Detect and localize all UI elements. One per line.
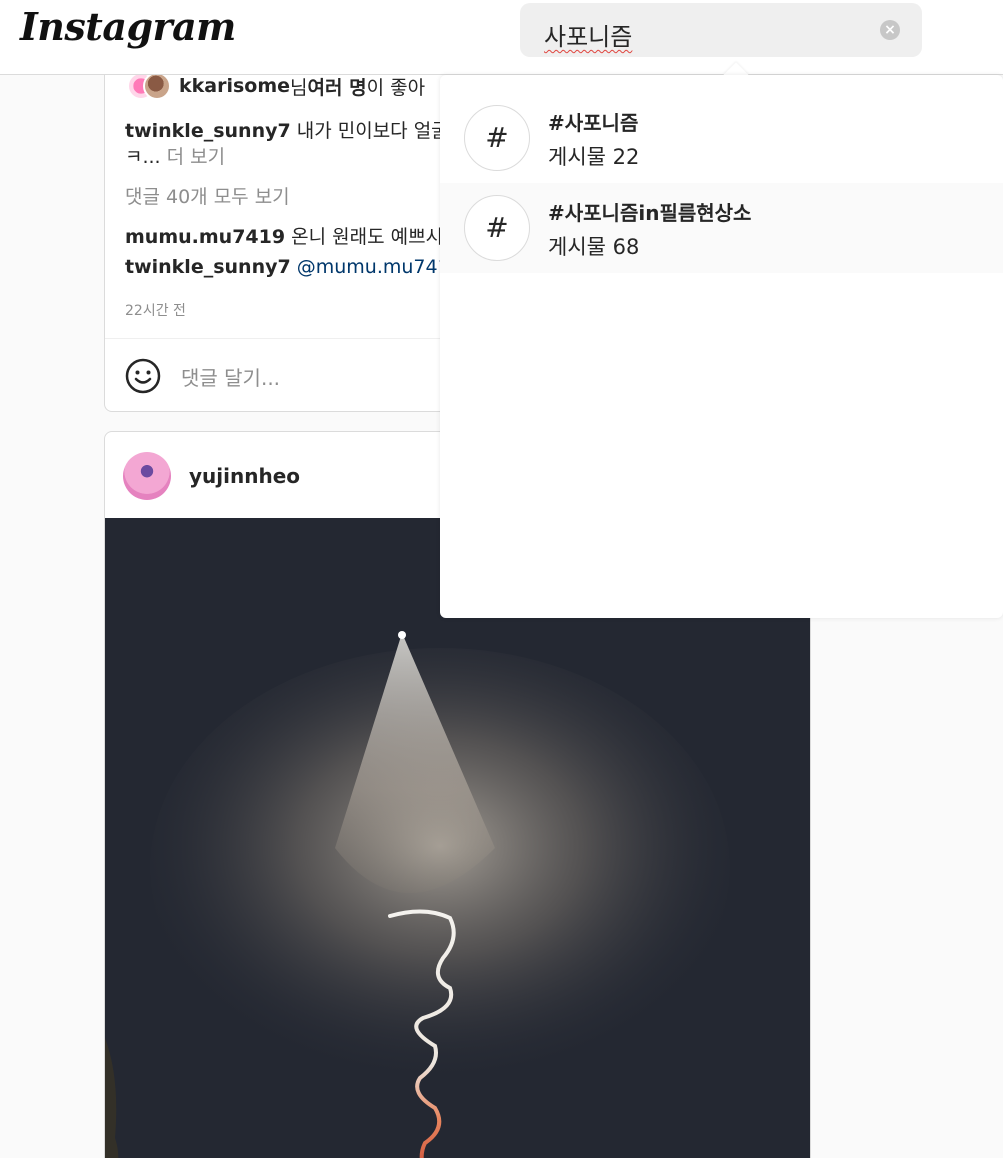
instagram-logo[interactable]: Instagram <box>20 4 236 49</box>
hashtag-name: #사포니즘 <box>548 111 639 135</box>
likes-others-link[interactable]: 여러 명 <box>308 73 367 100</box>
avatar[interactable] <box>123 452 171 500</box>
view-all-comments-link[interactable]: 댓글 40개 모두 보기 <box>125 182 290 209</box>
hashtag-name: #사포니즘in필름현상소 <box>548 201 752 225</box>
emoji-icon[interactable] <box>125 358 161 394</box>
top-nav: Instagram 사포니즘 × <box>0 0 1003 75</box>
caption-text: 내가 민이보다 얼굴 <box>290 120 449 142</box>
caption-more-link[interactable]: 더 보기 <box>167 146 225 168</box>
clear-search-icon[interactable]: × <box>880 20 900 40</box>
liker-avatar[interactable] <box>143 72 171 100</box>
comment-username[interactable]: mumu.mu7419 <box>125 226 285 248</box>
likes-text: 이 좋아 <box>366 76 426 99</box>
hashtag-icon: # <box>464 105 530 171</box>
comment: twinkle_sunny7 @mumu.mu7419 <box>125 256 462 278</box>
search-results-dropdown: # #사포니즘 게시물 22 # #사포니즘in필름현상소 게시물 68 <box>440 75 1003 618</box>
likes-username[interactable]: kkarisome <box>179 75 290 97</box>
comment: mumu.mu7419 온니 원래도 예쁘시 <box>125 222 443 249</box>
search-input[interactable]: 사포니즘 × <box>520 3 922 57</box>
comment-mention[interactable]: @mumu.mu7419 <box>291 256 462 278</box>
hashtag-post-count: 게시물 68 <box>548 235 640 259</box>
hashtag-icon: # <box>464 195 530 261</box>
search-result-item[interactable]: # #사포니즘 게시물 22 <box>440 93 1003 183</box>
caption-username[interactable]: twinkle_sunny7 <box>125 120 291 142</box>
post-timestamp[interactable]: 22시간 전 <box>125 300 186 320</box>
search-result-item[interactable]: # #사포니즘in필름현상소 게시물 68 <box>440 183 1003 273</box>
comment-input[interactable]: 댓글 달기... <box>181 362 280 391</box>
caption-text-line2: ㅋ... <box>125 146 167 168</box>
comment-text: 온니 원래도 예쁘시 <box>285 226 444 248</box>
likes-text: 님 <box>290 76 308 99</box>
post-username[interactable]: yujinnheo <box>189 464 300 488</box>
likes-summary: kkarisome 님 여러 명이 좋아 <box>127 72 425 100</box>
search-query-text[interactable]: 사포니즘 <box>544 17 632 52</box>
comment-username[interactable]: twinkle_sunny7 <box>125 256 291 278</box>
hashtag-post-count: 게시물 22 <box>548 145 640 169</box>
